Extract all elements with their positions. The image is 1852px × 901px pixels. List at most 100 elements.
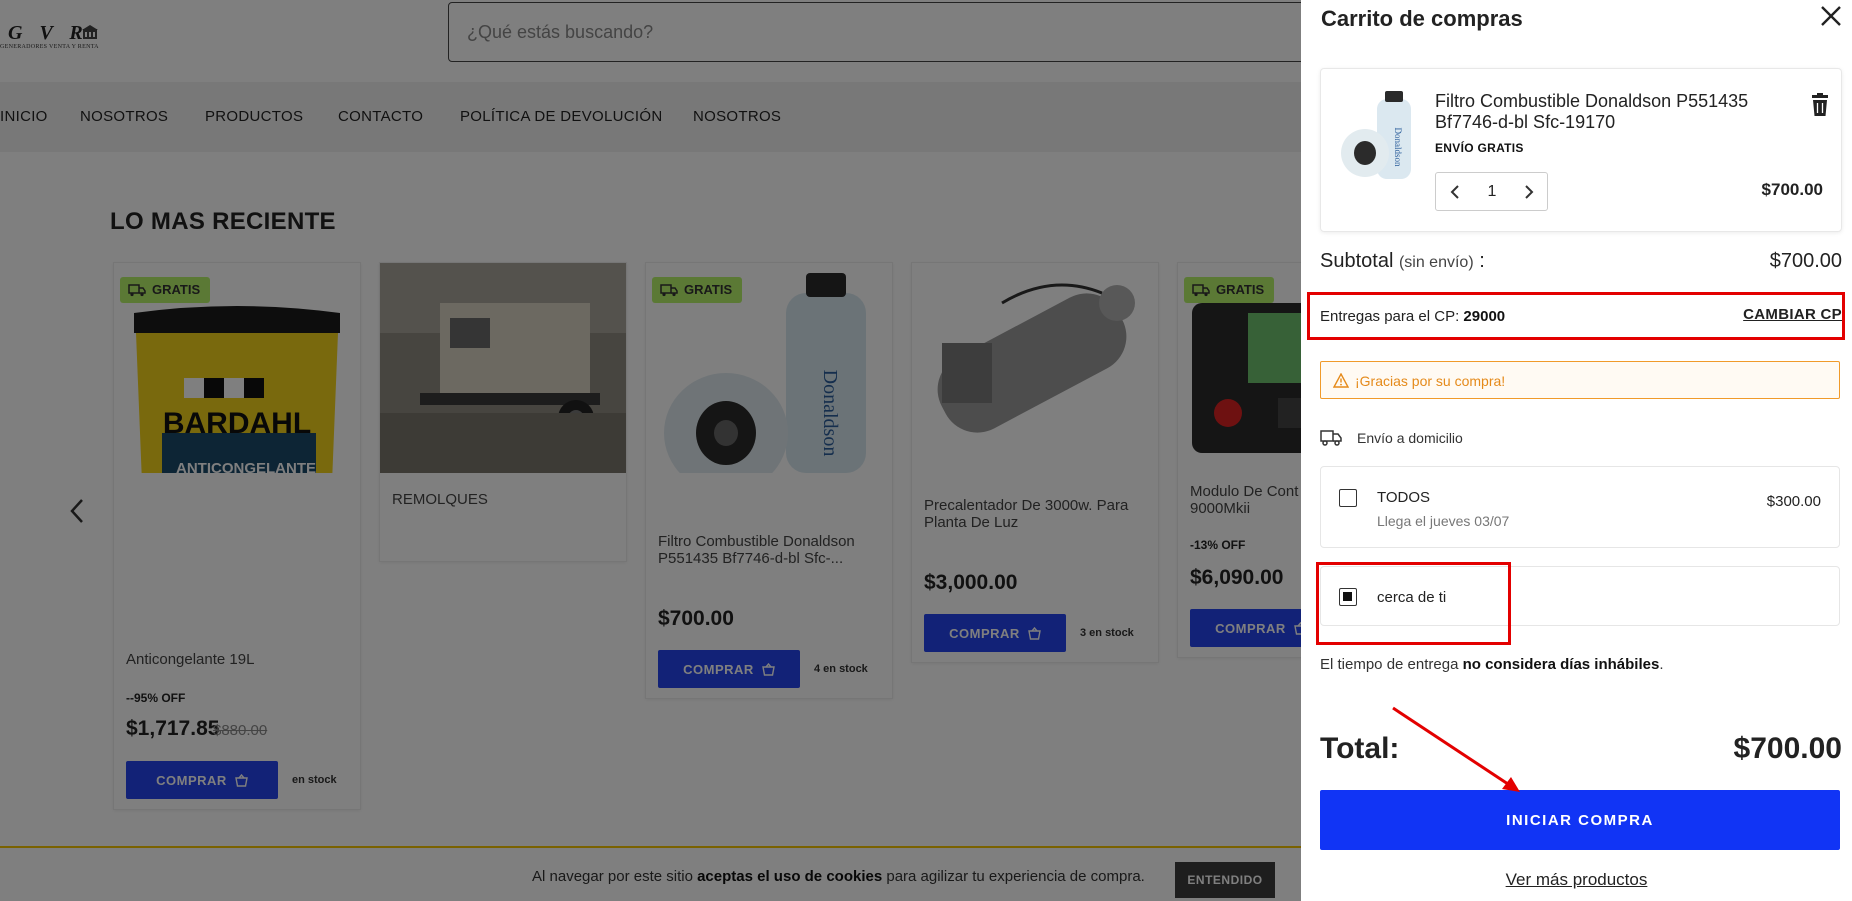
subtotal-label: Subtotal (sin envío) : (1320, 250, 1485, 273)
nav-item-inicio[interactable]: INICIO (0, 82, 48, 152)
cart-item-image[interactable]: Donaldson (1339, 87, 1419, 183)
trash-icon[interactable] (1809, 93, 1831, 117)
logo-mark: G V R (8, 22, 89, 44)
truck-icon (1320, 430, 1342, 446)
stock-label: 3 en stock (1080, 627, 1134, 639)
buy-button[interactable]: COMPRAR (924, 614, 1066, 652)
annotation-arrow-icon (1392, 706, 1520, 792)
basket-icon (761, 662, 775, 676)
bucket-brand-text: BARDAHL (163, 407, 311, 440)
cookie-text-post: para agilizar tu experiencia de compra. (882, 868, 1145, 885)
product-name[interactable]: Anticongelante 19L (126, 651, 352, 668)
truck-icon (1192, 283, 1210, 296)
cookie-accept-button[interactable]: ENTENDIDO (1175, 862, 1275, 898)
nav-item-contacto[interactable]: CONTACTO (338, 82, 423, 152)
delivery-note-bold: no considera días inhábiles (1462, 656, 1660, 673)
total-value: $700.00 (1733, 732, 1842, 765)
cart-item-shipping: ENVÍO GRATIS (1435, 141, 1524, 155)
shipping-method-label: Envío a domicilio (1357, 430, 1463, 446)
free-shipping-badge: GRATIS (652, 277, 743, 303)
product-card[interactable]: BARDAHL ANTICONGELANTE GRATIS Anticongel… (113, 262, 361, 810)
cart-title: Carrito de compras (1321, 6, 1523, 31)
cart-item-name[interactable]: Filtro Combustible Donaldson P551435 Bf7… (1435, 91, 1775, 133)
product-image[interactable] (912, 263, 1158, 473)
product-image[interactable]: BARDAHL ANTICONGELANTE GRATIS (114, 263, 360, 473)
product-card[interactable]: Precalentador De 3000w. Para Planta De L… (911, 262, 1159, 663)
heater-image (912, 263, 1158, 473)
increase-qty-icon[interactable] (1518, 181, 1540, 203)
search-box (448, 2, 1348, 62)
product-price: $3,000.00 (924, 571, 1018, 594)
svg-text:Donaldson: Donaldson (1393, 128, 1403, 167)
badge-label: GRATIS (152, 282, 201, 297)
cookie-message: Al navegar por este sitio aceptas el uso… (532, 868, 1145, 885)
product-old-price: $880.00 (213, 722, 268, 739)
shipping-option-eta: Llega el jueves 03/07 (1377, 513, 1510, 529)
svg-text:Donaldson: Donaldson (819, 370, 841, 457)
nav-item-productos[interactable]: PRODUCTOS (205, 82, 303, 152)
basket-icon (1027, 626, 1041, 640)
trailer-generator-image (380, 263, 626, 473)
bucket-label-text: ANTICONGELANTE (176, 460, 316, 473)
close-icon[interactable] (1817, 2, 1845, 30)
delivery-note-post: . (1659, 656, 1664, 673)
subtotal-note: (sin envío) (1398, 254, 1474, 271)
annotation-box-shipping-option (1316, 562, 1511, 645)
cart-item: Donaldson Filtro Combustible Donaldson P… (1320, 68, 1842, 232)
subtotal-text: Subtotal (1320, 250, 1394, 272)
logo[interactable]: G V R GENERADORES VENTA Y RENTA (0, 22, 120, 56)
shipping-option-todos[interactable]: TODOS Llega el jueves 03/07 $300.00 (1320, 466, 1840, 548)
product-name[interactable]: Precalentador De 3000w. Para Planta De L… (924, 497, 1150, 531)
product-name[interactable]: Modulo De Cont 9000Mkii (1190, 483, 1310, 517)
alert-text: ¡Gracias por su compra! (1355, 373, 1506, 389)
see-more-products-link[interactable]: Ver más productos (1301, 870, 1852, 890)
buy-button[interactable]: COMPRAR (126, 761, 278, 799)
delivery-note: El tiempo de entrega no considera días i… (1320, 656, 1664, 673)
shipping-option-name: TODOS (1377, 489, 1431, 506)
product-image[interactable] (380, 263, 626, 473)
product-name[interactable]: REMOLQUES (392, 491, 618, 508)
thanks-alert: ¡Gracias por su compra! (1320, 361, 1840, 399)
buy-button-label: COMPRAR (156, 772, 227, 788)
logo-tagline: GENERADORES VENTA Y RENTA (0, 44, 99, 50)
free-shipping-badge: GRATIS (1184, 277, 1275, 303)
quantity-input[interactable] (1476, 173, 1508, 210)
product-image[interactable]: Donaldson GRATIS (646, 263, 892, 473)
nav-item-nosotros-2[interactable]: NOSOTROS (693, 82, 781, 152)
subtotal-colon: : (1473, 250, 1485, 272)
warning-icon (1333, 373, 1349, 388)
search-input[interactable] (467, 3, 1267, 61)
basket-icon (234, 773, 248, 787)
buy-button[interactable]: COMPRAR (658, 650, 800, 688)
decrease-qty-icon[interactable] (1444, 181, 1466, 203)
buy-button-label: COMPRAR (683, 661, 754, 677)
product-price: $700.00 (658, 607, 734, 630)
carousel-prev-icon[interactable] (66, 496, 90, 526)
cookie-text-bold: aceptas el uso de cookies (697, 868, 883, 885)
nav-item-nosotros[interactable]: NOSOTROS (80, 82, 168, 152)
product-price: $6,090.00 (1190, 566, 1284, 589)
stock-label: 4 en stock (814, 663, 868, 675)
product-discount: --95% OFF (126, 691, 186, 705)
truck-icon (128, 283, 146, 296)
product-card[interactable]: Donaldson GRATIS Filtro Combustible Dona… (645, 262, 893, 699)
product-price: $1,717.85 (126, 717, 220, 740)
cart-item-price: $700.00 (1761, 180, 1823, 199)
free-shipping-badge: GRATIS (120, 277, 211, 303)
badge-label: GRATIS (1216, 282, 1265, 297)
nav-item-politica-devolucion[interactable]: POLÍTICA DE DEVOLUCIÓN (460, 82, 662, 152)
shipping-option-price: $300.00 (1766, 493, 1821, 510)
section-title: LO MAS RECIENTE (110, 208, 336, 235)
truck-icon (660, 283, 678, 296)
product-name[interactable]: Filtro Combustible Donaldson P551435 Bf7… (658, 533, 884, 567)
subtotal-value: $700.00 (1769, 250, 1842, 272)
stock-label: en stock (292, 774, 337, 786)
badge-label: GRATIS (684, 282, 733, 297)
shipping-option-checkbox[interactable] (1339, 489, 1357, 507)
product-card[interactable]: REMOLQUES (379, 262, 627, 562)
cookie-text-pre: Al navegar por este sitio (532, 868, 698, 885)
buy-button-label: COMPRAR (1215, 620, 1286, 636)
annotation-box-postal-code (1307, 292, 1845, 340)
logo-building-icon (82, 25, 98, 39)
quantity-stepper (1435, 172, 1548, 211)
